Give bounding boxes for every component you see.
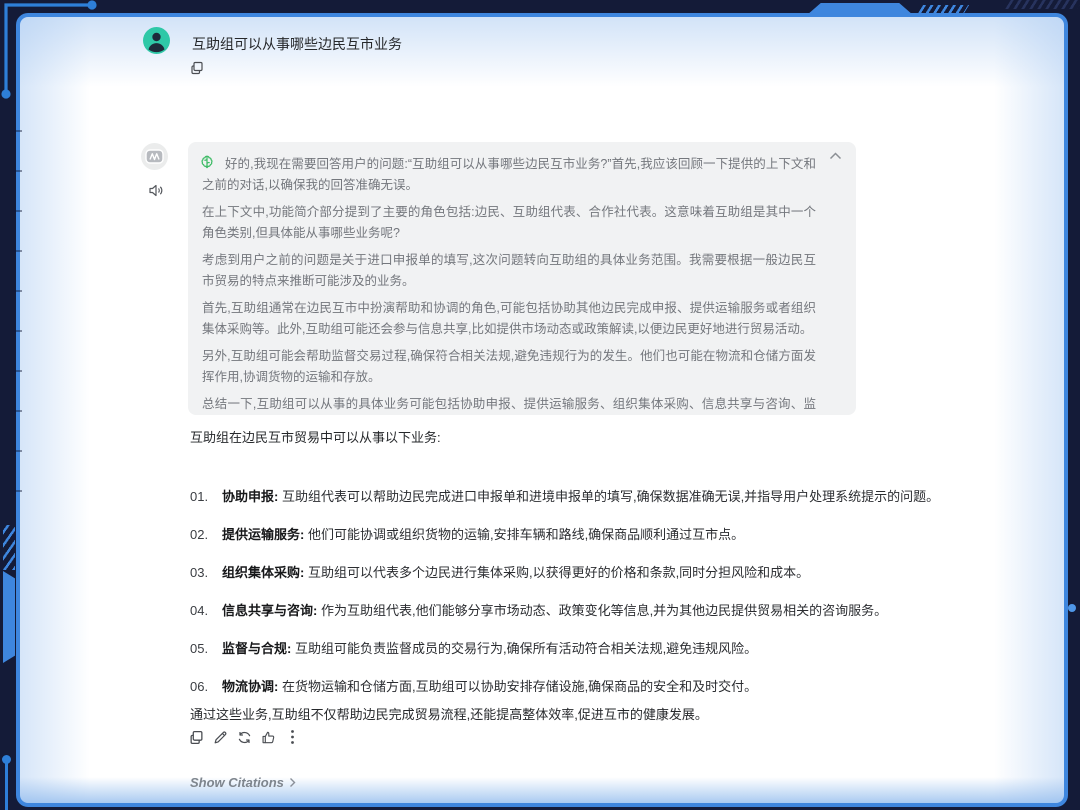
chat-panel: 互助组可以从事哪些边民互市业务 [16, 13, 1068, 807]
assistant-avatar [141, 143, 168, 170]
frame-left-ticks [13, 130, 22, 530]
answer-item: 03.组织集体采购: 互助组可以代表多个边民进行集体采购,以获得更好的价格和条款… [190, 565, 930, 603]
thinking-paragraph: 另外,互助组可能会帮助监督交易过程,确保符合相关法规,避免违规行为的发生。他们也… [202, 346, 816, 387]
answer-intro: 互助组在边民互市贸易中可以从事以下业务: [190, 427, 441, 446]
thinking-paragraph: 好的,我现在需要回答用户的问题:“互助组可以从事哪些边民互市业务?”首先,我应该… [202, 154, 816, 195]
answer-item-text: 提供运输服务: 他们可能协调或组织货物的运输,安排车辆和路线,确保商品顺利通过互… [222, 527, 744, 565]
answer-item-number: 04. [190, 603, 222, 641]
answer-item-text: 监督与合规: 互助组可能负责监督成员的交易行为,确保所有活动符合相关法规,避免违… [222, 641, 757, 679]
answer-item-number: 05. [190, 641, 222, 679]
thinking-paragraph: 首先,互助组通常在边民互市中扮演帮助和协调的角色,可能包括协助其他边民完成申报、… [202, 298, 816, 339]
answer-item: 01.协助申报: 互助组代表可以帮助边民完成进口申报单和进境申报单的填写,确保数… [190, 489, 930, 527]
thumbs-up-icon [261, 730, 276, 745]
answer-item: 02.提供运输服务: 他们可能协调或组织货物的运输,安排车辆和路线,确保商品顺利… [190, 527, 930, 565]
thinking-paragraph: 总结一下,互助组可以从事的具体业务可能包括协助申报、提供运输服务、组织集体采购、… [202, 394, 816, 415]
answer-item-number: 02. [190, 527, 222, 565]
response-action-bar [189, 729, 300, 745]
frame-corner-stripes-decoration [1005, 0, 1080, 9]
brain-icon [199, 154, 215, 170]
refresh-icon [237, 730, 252, 745]
answer-closing: 通过这些业务,互助组不仅帮助边民完成贸易流程,还能提高整体效率,促进互市的健康发… [190, 704, 708, 723]
thinking-paragraphs: 好的,我现在需要回答用户的问题:“互助组可以从事哪些边民互市业务?”首先,我应该… [202, 154, 816, 415]
user-avatar [143, 27, 170, 54]
user-message: 互助组可以从事哪些边民互市业务 [192, 34, 402, 54]
pencil-icon [213, 730, 228, 745]
thinking-box: 好的,我现在需要回答用户的问题:“互助组可以从事哪些边民互市业务?”首先,我应该… [188, 142, 856, 415]
show-citations-button[interactable]: Show Citations [190, 775, 296, 790]
chevron-up-icon [829, 152, 842, 160]
frame-right-node [1068, 604, 1076, 612]
frame-left-bar-decoration [3, 571, 15, 663]
answer-item-text: 组织集体采购: 互助组可以代表多个边民进行集体采购,以获得更好的价格和条款,同时… [222, 565, 809, 603]
frame-left-hazard-stripes [3, 525, 15, 570]
frame-bottom-left-line [5, 763, 8, 810]
regenerate-button[interactable] [237, 729, 252, 745]
edit-response-button[interactable] [213, 729, 228, 745]
copy-icon [189, 730, 204, 745]
answer-item-number: 03. [190, 565, 222, 603]
answer-item-number: 01. [190, 489, 222, 527]
thinking-paragraph: 考虑到用户之前的问题是关于进口申报单的填写,这次问题转向互助组的具体业务范围。我… [202, 250, 816, 291]
copy-response-button[interactable] [189, 729, 204, 745]
collapse-thinking-button[interactable] [829, 152, 842, 160]
answer-item-text: 协助申报: 互助组代表可以帮助边民完成进口申报单和进境申报单的填写,确保数据准确… [222, 489, 939, 527]
answer-item: 04.信息共享与咨询: 作为互助组代表,他们能够分享市场动态、政策变化等信息,并… [190, 603, 930, 641]
kebab-menu-icon [290, 729, 295, 745]
answer-item: 05.监督与合规: 互助组可能负责监督成员的交易行为,确保所有活动符合相关法规,… [190, 641, 930, 679]
chevron-right-icon [289, 777, 296, 788]
assistant-logo-icon [145, 149, 164, 164]
show-citations-label: Show Citations [190, 775, 284, 790]
speaker-icon [148, 183, 164, 198]
user-person-icon [143, 27, 170, 54]
thinking-paragraph: 在上下文中,功能简介部分提到了主要的角色包括:边民、互助组代表、合作社代表。这意… [202, 202, 816, 243]
answer-list: 01.协助申报: 互助组代表可以帮助边民完成进口申报单和进境申报单的填写,确保数… [190, 489, 930, 717]
more-options-button[interactable] [285, 729, 300, 745]
answer-item-text: 信息共享与咨询: 作为互助组代表,他们能够分享市场动态、政策变化等信息,并为其他… [222, 603, 887, 641]
thumbs-up-button[interactable] [261, 729, 276, 745]
read-aloud-button[interactable] [148, 183, 164, 198]
copy-icon [190, 61, 204, 75]
copy-user-message-button[interactable] [190, 61, 204, 75]
